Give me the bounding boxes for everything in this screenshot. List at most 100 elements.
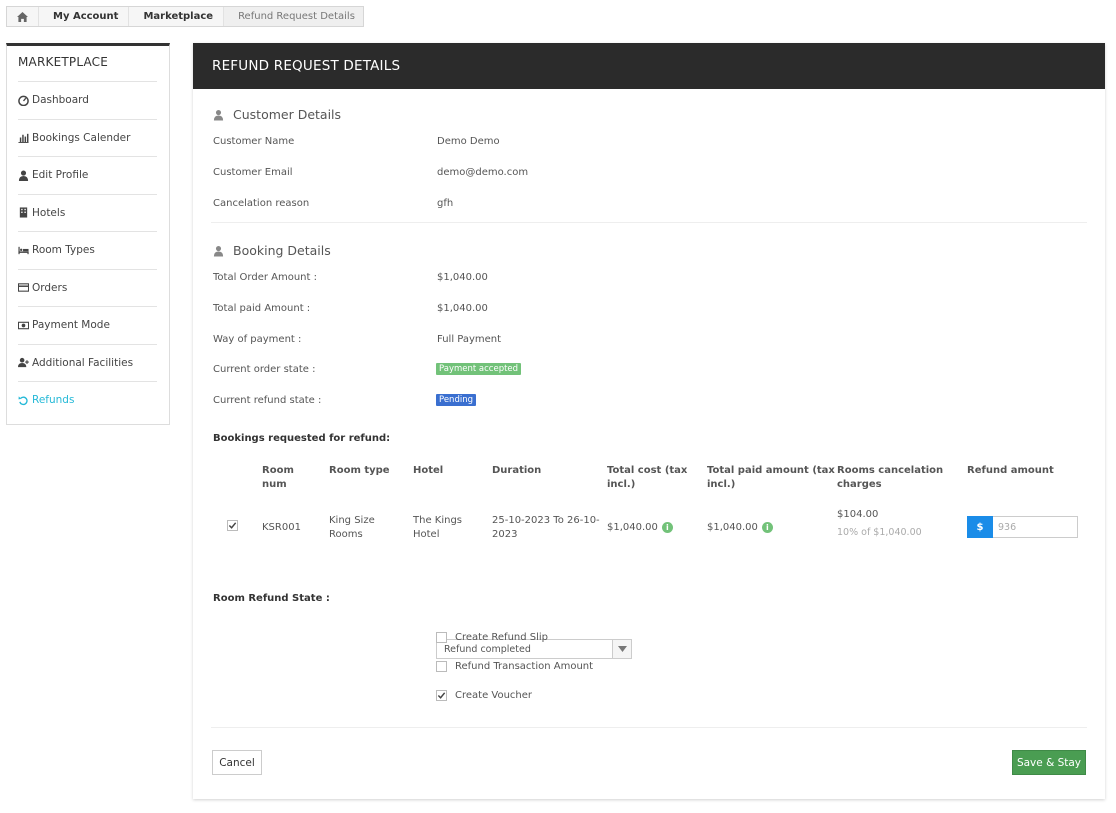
user-icon <box>213 109 224 120</box>
info-icon[interactable]: i <box>661 521 673 533</box>
sidebar-item-bookings-calender[interactable]: Bookings Calender <box>18 118 157 157</box>
th-text: num <box>262 479 287 490</box>
total-order-amount-value: $1,040.00 <box>437 272 488 283</box>
th-room-num: Room num <box>262 464 294 492</box>
td-room-type: King Size Rooms <box>329 514 375 542</box>
th-cancel-charges: Rooms cancelation charges <box>837 464 943 492</box>
sidebar-item-label: Dashboard <box>32 94 89 107</box>
refund-amount-input-group: $ 936 <box>967 516 1078 538</box>
sidebar-item-room-types[interactable]: Room Types <box>18 231 157 269</box>
select-value: Refund completed <box>444 643 531 655</box>
breadcrumb-current: Refund Request Details <box>224 7 363 26</box>
td-text: $104.00 <box>837 509 879 520</box>
cancel-button[interactable]: Cancel <box>212 750 262 775</box>
td-text: The Kings <box>413 515 463 526</box>
sidebar-item-dashboard[interactable]: Dashboard <box>18 81 157 119</box>
option-create-refund-slip[interactable]: Create Refund Slip <box>436 632 548 643</box>
breadcrumb-home[interactable] <box>7 7 39 26</box>
th-text: incl.) <box>707 479 736 490</box>
checkbox[interactable] <box>436 632 447 643</box>
order-state-cell: Payment accepted <box>436 363 522 375</box>
sidebar-item-payment-mode[interactable]: Payment Mode <box>18 306 157 344</box>
sidebar-item-label: Payment Mode <box>32 319 110 332</box>
divider <box>211 222 1087 223</box>
sidebar-item-label: Additional Facilities <box>32 356 134 369</box>
td-text: $1,040.00 <box>607 522 658 533</box>
td-text: 2023 <box>492 529 518 540</box>
td-room-num: KSR001 <box>262 522 301 533</box>
user-plus-icon <box>18 358 29 368</box>
option-label: Create Refund Slip <box>455 632 549 643</box>
user-icon <box>213 245 224 256</box>
td-total-cost: $1,040.00 i <box>607 521 673 535</box>
total-order-amount-label: Total Order Amount : <box>213 272 317 283</box>
customer-email-label: Customer Email <box>213 167 293 178</box>
sidebar: MARKETPLACE Dashboard Bookings Calender … <box>6 43 170 425</box>
bed-icon <box>18 246 29 254</box>
th-total-paid: Total paid amount (tax incl.) <box>707 464 835 492</box>
cancel-note: 10% of $1,040.00 <box>837 527 922 538</box>
breadcrumb: My Account Marketplace Refund Request De… <box>6 6 364 27</box>
sidebar-item-hotels[interactable]: Hotels <box>18 193 157 232</box>
credit-card-icon <box>18 283 29 292</box>
cancel-reason-label: Cancelation reason <box>213 198 310 209</box>
option-label: Create Voucher <box>455 690 533 701</box>
info-icon[interactable]: i <box>761 521 773 533</box>
customer-email-value: demo@demo.com <box>437 167 529 178</box>
option-create-voucher[interactable]: Create Voucher <box>436 690 532 701</box>
section-title-text: Customer Details <box>233 107 342 122</box>
sidebar-item-orders[interactable]: Orders <box>18 268 157 307</box>
sidebar-item-label: Refunds <box>32 394 75 407</box>
current-order-state-label: Current order state : <box>213 364 316 375</box>
building-icon <box>19 207 28 218</box>
refund-bookings-title: Bookings requested for refund: <box>213 433 391 444</box>
refund-amount-input[interactable]: 936 <box>993 516 1078 538</box>
td-duration: 25-10-2023 To 26-10- 2023 <box>492 514 600 542</box>
th-duration: Duration <box>492 465 542 476</box>
th-room-type: Room type <box>329 465 390 476</box>
option-refund-transaction-amount[interactable]: Refund Transaction Amount <box>436 661 593 672</box>
total-paid-amount-value: $1,040.00 <box>437 303 488 314</box>
sidebar-item-label: Hotels <box>32 206 66 219</box>
td-text: Rooms <box>329 529 363 540</box>
th-text: Total cost (tax <box>607 465 688 476</box>
th-text: charges <box>837 479 882 490</box>
customer-name-label: Customer Name <box>213 136 295 147</box>
td-text: Hotel <box>413 529 440 540</box>
td-hotel: The Kings Hotel <box>413 514 462 542</box>
breadcrumb-marketplace[interactable]: Marketplace <box>129 7 225 26</box>
td-text: $1,040.00 <box>707 522 758 533</box>
th-text: incl.) <box>607 479 636 490</box>
refund-state-badge: Pending <box>436 394 476 406</box>
checkbox[interactable] <box>436 690 447 701</box>
customer-name-value: Demo Demo <box>437 136 500 147</box>
money-icon <box>18 321 29 330</box>
section-title-text: Booking Details <box>233 243 331 258</box>
sidebar-title: MARKETPLACE <box>18 55 109 69</box>
checkbox[interactable] <box>436 661 447 672</box>
th-text: Total paid amount (tax <box>707 465 835 476</box>
option-label: Refund Transaction Amount <box>455 661 594 672</box>
order-state-badge: Payment accepted <box>436 363 522 375</box>
way-of-payment-value: Full Payment <box>437 334 502 345</box>
sidebar-item-refunds[interactable]: Refunds <box>18 381 157 419</box>
currency-addon: $ <box>967 516 993 538</box>
chevron-down-icon <box>612 640 631 658</box>
th-refund-amount: Refund amount <box>967 465 1054 476</box>
booking-details-title: Booking Details <box>213 243 331 258</box>
sidebar-item-edit-profile[interactable]: Edit Profile <box>18 156 157 194</box>
bar-chart-icon <box>18 134 29 144</box>
breadcrumb-my-account[interactable]: My Account <box>39 7 130 26</box>
sidebar-item-additional-facilities[interactable]: Additional Facilities <box>18 343 157 382</box>
th-text: Rooms cancelation <box>837 465 944 476</box>
save-and-stay-button[interactable]: Save & Stay <box>1012 750 1086 775</box>
refund-state-cell: Pending <box>436 394 476 406</box>
cancel-reason-value: gfh <box>437 198 454 209</box>
th-text: Room <box>262 465 294 476</box>
user-icon <box>18 170 29 181</box>
checkmark-icon <box>437 692 446 699</box>
sidebar-item-label: Orders <box>32 281 68 294</box>
td-text: 25-10-2023 To 26-10- <box>492 515 600 526</box>
sidebar-menu: Dashboard Bookings Calender Edit Profile… <box>18 81 157 419</box>
row-select-checkbox[interactable] <box>227 520 238 531</box>
